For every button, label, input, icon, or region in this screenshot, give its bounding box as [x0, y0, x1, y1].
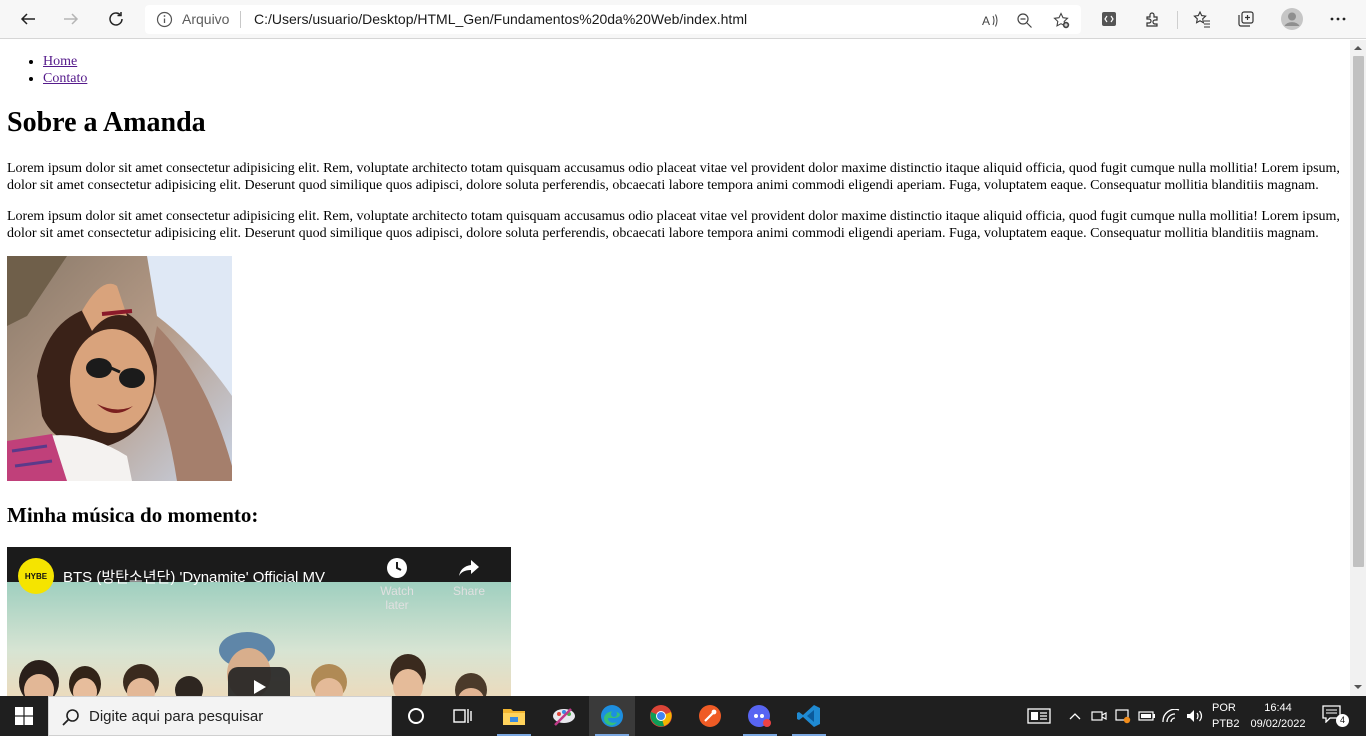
- clock-icon: [387, 558, 407, 578]
- share-label: Share: [452, 584, 486, 598]
- paragraph-1: Lorem ipsum dolor sit amet consectetur a…: [7, 161, 1340, 193]
- paint-icon[interactable]: [541, 696, 587, 736]
- play-button[interactable]: [228, 667, 290, 696]
- extensions-icon[interactable]: [1138, 4, 1168, 34]
- toolbar-divider: [1177, 11, 1178, 29]
- share-button[interactable]: Share: [439, 557, 499, 598]
- security-tray-icon[interactable]: [1114, 707, 1132, 725]
- svg-text:A: A: [982, 14, 990, 28]
- notification-center-icon[interactable]: 4: [1322, 705, 1349, 727]
- discord-icon[interactable]: [737, 696, 783, 736]
- scroll-down-icon[interactable]: [1354, 683, 1362, 691]
- share-icon: [459, 560, 479, 576]
- page-scrollbar[interactable]: [1350, 40, 1366, 696]
- taskbar-search[interactable]: Digite aqui para pesquisar: [48, 696, 392, 736]
- forward-icon[interactable]: [56, 4, 86, 34]
- url-text[interactable]: C:/Users/usuario/Desktop/HTML_Gen/Fundam…: [254, 11, 747, 27]
- chevron-up-icon[interactable]: [1066, 707, 1084, 725]
- add-favorite-icon[interactable]: [1050, 9, 1072, 31]
- volume-icon[interactable]: [1186, 707, 1204, 725]
- camera-tray-icon[interactable]: [1090, 707, 1108, 725]
- nav-link-contato[interactable]: Contato: [43, 71, 87, 86]
- browser-toolbar: Arquivo C:/Users/usuario/Desktop/HTML_Ge…: [0, 0, 1366, 39]
- clock-time: 16:44: [1264, 702, 1292, 714]
- address-divider: [240, 11, 241, 28]
- zoom-out-icon[interactable]: [1013, 9, 1035, 31]
- watch-later-button[interactable]: Watch later: [367, 557, 427, 612]
- play-icon: [254, 680, 266, 694]
- nav-link-home[interactable]: Home: [43, 54, 77, 69]
- search-placeholder: Digite aqui para pesquisar: [89, 708, 264, 725]
- collections-icon[interactable]: [1231, 4, 1261, 34]
- devtools-icon[interactable]: [1094, 4, 1124, 34]
- video-player[interactable]: HYBE BTS (방탄소년단) 'Dynamite' Official MV …: [7, 547, 511, 696]
- vscode-icon[interactable]: [786, 696, 832, 736]
- keyboard-layout: PTB2: [1212, 718, 1240, 730]
- postman-icon[interactable]: [687, 696, 733, 736]
- paragraph-2: Lorem ipsum dolor sit amet consectetur a…: [7, 209, 1340, 241]
- address-scheme-label: Arquivo: [182, 11, 230, 27]
- profile-icon[interactable]: [1277, 4, 1307, 34]
- search-icon: [62, 709, 79, 726]
- battery-icon[interactable]: [1138, 707, 1156, 725]
- windows-taskbar: Digite aqui para pesquisar POR PTB2 16:4…: [0, 696, 1366, 736]
- video-title[interactable]: BTS (방탄소년단) 'Dynamite' Official MV: [63, 566, 325, 587]
- cortana-icon[interactable]: [393, 696, 439, 736]
- music-heading: Minha música do momento:: [7, 503, 259, 527]
- watch-later-label: Watch later: [380, 584, 414, 612]
- scroll-up-icon[interactable]: [1354, 44, 1362, 52]
- address-bar[interactable]: Arquivo C:/Users/usuario/Desktop/HTML_Ge…: [145, 5, 1081, 34]
- page-title: Sobre a Amanda: [7, 107, 206, 138]
- back-icon[interactable]: [13, 4, 43, 34]
- task-view-icon[interactable]: [440, 696, 486, 736]
- refresh-icon[interactable]: [101, 4, 131, 34]
- windows-start-icon[interactable]: [0, 696, 48, 736]
- nav-item-contato: Contato: [43, 70, 87, 87]
- nav-list: Home Contato: [0, 53, 87, 87]
- nav-item-home: Home: [43, 53, 87, 70]
- page-viewport: Home Contato Sobre a Amanda Lorem ipsum …: [0, 40, 1350, 696]
- info-icon[interactable]: [156, 11, 173, 28]
- taskbar-clock[interactable]: 16:44 09/02/2022: [1243, 700, 1313, 732]
- edge-icon[interactable]: [589, 696, 635, 736]
- news-widget-icon[interactable]: [1027, 707, 1051, 725]
- wifi-icon[interactable]: [1162, 707, 1180, 725]
- channel-logo[interactable]: HYBE: [18, 558, 54, 594]
- clock-date: 09/02/2022: [1250, 718, 1306, 730]
- input-language[interactable]: POR PTB2: [1212, 700, 1240, 732]
- more-icon[interactable]: [1323, 4, 1353, 34]
- scrollbar-thumb[interactable]: [1353, 56, 1364, 567]
- language-code: POR: [1212, 702, 1236, 714]
- read-aloud-icon[interactable]: A: [979, 9, 1001, 31]
- chrome-icon[interactable]: [638, 696, 684, 736]
- favorites-icon[interactable]: [1187, 4, 1217, 34]
- profile-photo: [7, 256, 232, 481]
- notification-count-badge: 4: [1336, 714, 1349, 727]
- file-explorer-icon[interactable]: [491, 696, 537, 736]
